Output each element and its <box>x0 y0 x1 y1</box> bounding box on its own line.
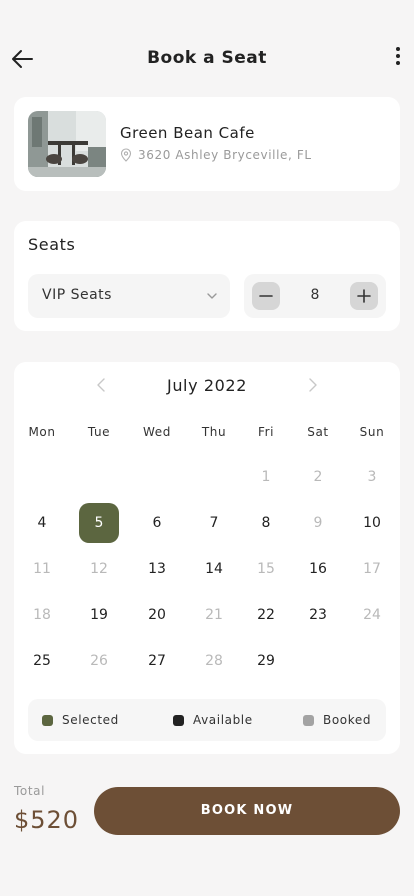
calendar-day-1: 1 <box>261 469 271 485</box>
total-price: $520 <box>14 806 80 834</box>
calendar-day-3: 3 <box>367 469 377 485</box>
calendar-day-27[interactable]: 27 <box>137 641 177 681</box>
seats-heading: Seats <box>28 235 76 254</box>
calendar-day-13[interactable]: 13 <box>137 549 177 589</box>
chevron-down-icon <box>207 293 217 299</box>
calendar-legend: Selected Available Booked <box>28 699 386 741</box>
cafe-address: 3620 Ashley Bryceville, FL <box>120 148 312 162</box>
calendar-day-26: 26 <box>90 653 108 669</box>
cafe-photo <box>28 111 106 177</box>
calendar-day-2: 2 <box>313 469 323 485</box>
legend-available-label: Available <box>193 713 253 727</box>
legend-selected-swatch <box>42 714 53 726</box>
calendar-day-18: 18 <box>33 607 51 623</box>
book-now-button[interactable]: BOOK NOW <box>94 787 400 835</box>
seat-type-dropdown[interactable]: VIP Seats <box>28 274 230 318</box>
page-title: Book a Seat <box>147 48 267 68</box>
weekday-label-fri: Fri <box>257 425 275 439</box>
location-pin-icon <box>120 148 132 162</box>
more-options-button[interactable] <box>392 44 404 72</box>
calendar-month-label: July 2022 <box>167 376 247 395</box>
seats-card: Seats VIP Seats 8 <box>14 221 400 331</box>
legend-available-swatch <box>173 714 184 726</box>
calendar-day-23[interactable]: 23 <box>298 595 338 635</box>
quantity-stepper: 8 <box>244 274 386 318</box>
calendar-card: July 2022 Selected Available Booked Mon T… <box>14 362 400 754</box>
increase-seats-button[interactable] <box>350 282 378 310</box>
legend-booked: Booked <box>303 713 371 727</box>
legend-selected: Selected <box>42 713 119 727</box>
calendar-day-21: 21 <box>205 607 223 623</box>
plus-icon <box>357 289 371 303</box>
more-dot <box>396 54 400 58</box>
calendar-day-8[interactable]: 8 <box>246 503 286 543</box>
calendar-day-5[interactable]: 5 <box>79 503 119 543</box>
legend-available: Available <box>173 713 253 727</box>
legend-selected-label: Selected <box>62 713 119 727</box>
more-vertical-icon <box>396 47 400 51</box>
calendar-day-24: 24 <box>363 607 381 623</box>
weekday-label-mon: Mon <box>28 425 56 439</box>
cafe-address-text: 3620 Ashley Bryceville, FL <box>138 148 312 162</box>
calendar-day-17: 17 <box>363 561 381 577</box>
app-header: Book a Seat <box>0 36 414 80</box>
legend-booked-label: Booked <box>323 713 372 727</box>
total-label: Total <box>14 784 46 798</box>
cafe-name: Green Bean Cafe <box>120 124 255 142</box>
chevron-right-icon <box>309 378 317 392</box>
seat-type-value: VIP Seats <box>42 287 112 303</box>
weekday-label-thu: Thu <box>201 425 227 439</box>
calendar-day-20[interactable]: 20 <box>137 595 177 635</box>
weekday-label-sat: Sat <box>307 425 329 439</box>
calendar-day-25[interactable]: 25 <box>22 641 62 681</box>
calendar-day-12: 12 <box>90 561 108 577</box>
calendar-day-6[interactable]: 6 <box>137 503 177 543</box>
calendar-day-14[interactable]: 14 <box>194 549 234 589</box>
calendar-day-29[interactable]: 29 <box>246 641 286 681</box>
calendar-day-16[interactable]: 16 <box>298 549 338 589</box>
calendar-day-11: 11 <box>33 561 51 577</box>
calendar-day-7[interactable]: 7 <box>194 503 234 543</box>
calendar-day-28: 28 <box>205 653 223 669</box>
calendar-day-19[interactable]: 19 <box>79 595 119 635</box>
weekday-label-wed: Wed <box>143 425 171 439</box>
legend-booked-swatch <box>303 714 314 726</box>
calendar-day-9: 9 <box>313 515 323 531</box>
cafe-card[interactable]: Green Bean Cafe 3620 Ashley Bryceville, … <box>14 97 400 191</box>
calendar-day-22[interactable]: 22 <box>246 595 286 635</box>
calendar-day-10[interactable]: 10 <box>352 503 392 543</box>
next-month-button[interactable] <box>304 376 320 394</box>
calendar-day-15: 15 <box>257 561 275 577</box>
weekday-label-sun: Sun <box>359 425 385 439</box>
calendar-day-4[interactable]: 4 <box>22 503 62 543</box>
more-dot <box>396 61 400 65</box>
weekday-label-tue: Tue <box>87 425 111 439</box>
